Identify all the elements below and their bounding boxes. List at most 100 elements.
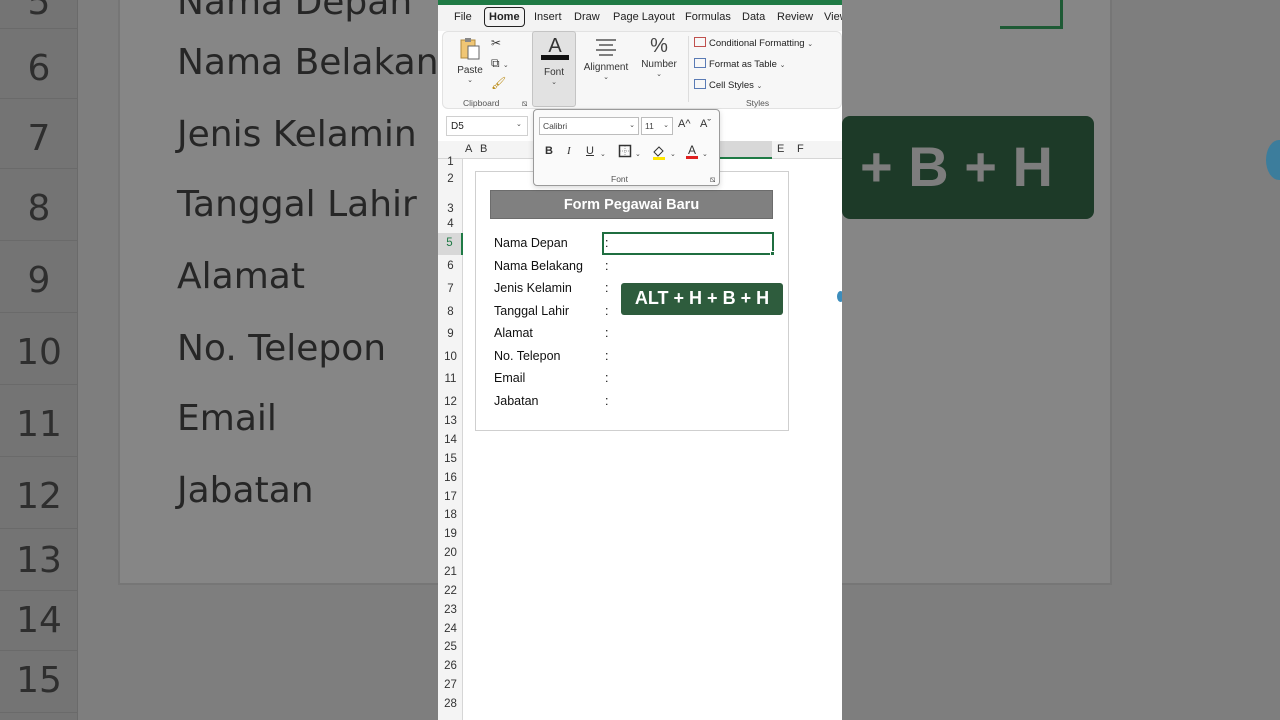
borders-icon[interactable] [618, 144, 632, 161]
font-launcher-icon[interactable]: ⧅ [710, 174, 715, 185]
borders-dropdown-icon[interactable]: ⌄ [635, 147, 641, 159]
bg-row-number: 9 [27, 260, 51, 301]
row-header[interactable]: 1 [438, 156, 463, 168]
tab-draw[interactable]: Draw [574, 11, 600, 23]
decrease-font-size-icon[interactable]: Aˇ [700, 118, 711, 130]
ribbon-divider [688, 36, 689, 102]
tab-file[interactable]: File [454, 11, 472, 23]
row-header[interactable]: 20 [438, 547, 463, 559]
bg-row-separator [0, 456, 78, 457]
clipboard-group-label: Clipboard [463, 98, 500, 108]
row-header[interactable]: 11 [438, 373, 463, 385]
row-header[interactable]: 2 [438, 173, 463, 185]
active-cell-d5[interactable] [602, 232, 775, 256]
italic-button[interactable]: I [567, 145, 571, 157]
field-colon: : [605, 326, 609, 340]
bold-button[interactable]: B [545, 145, 553, 157]
bg-row-number: 13 [16, 540, 62, 581]
bg-row-number: 14 [16, 600, 62, 641]
underline-button[interactable]: U [586, 145, 594, 157]
cut-icon[interactable]: ✂ [491, 36, 501, 50]
tab-view[interactable]: View [824, 11, 842, 23]
row-header[interactable]: 22 [438, 585, 463, 597]
field-label: Jenis Kelamin [494, 281, 572, 295]
row-header[interactable]: 6 [438, 260, 463, 272]
bg-row-number: 15 [16, 660, 62, 701]
font-color-dropdown-icon[interactable]: ⌄ [702, 147, 708, 159]
row-header[interactable]: 10 [438, 351, 463, 363]
row-header[interactable]: 28 [438, 698, 463, 710]
row-header[interactable]: 4 [438, 218, 463, 230]
styles-group-label: Styles [746, 98, 770, 108]
row-header[interactable]: 8 [438, 306, 463, 318]
copy-icon[interactable]: ⧉ ⌄ [491, 56, 509, 71]
svg-text:A: A [688, 143, 696, 157]
font-color-button[interactable]: A [684, 142, 700, 163]
row-header[interactable]: 16 [438, 472, 463, 484]
fill-color-icon[interactable] [651, 144, 667, 163]
conditional-formatting-button[interactable]: Conditional Formatting ⌄ [694, 37, 813, 49]
increase-font-size-icon[interactable]: A^ [678, 118, 691, 130]
column-header-e[interactable]: E [777, 143, 784, 155]
row-header[interactable]: 17 [438, 491, 463, 503]
name-box-dropdown-icon[interactable]: ⌄ [516, 120, 522, 128]
bg-row-separator [0, 168, 78, 169]
column-header-b[interactable]: B [480, 143, 487, 155]
row-header[interactable]: 14 [438, 434, 463, 446]
row-header[interactable]: 25 [438, 641, 463, 653]
tab-page-layout[interactable]: Page Layout [613, 11, 675, 23]
row-header[interactable]: 9 [438, 328, 463, 340]
paste-button[interactable]: Paste ⌄ [453, 36, 487, 84]
column-header-f[interactable]: F [797, 143, 804, 155]
row-header[interactable]: 18 [438, 509, 463, 521]
number-button[interactable]: % Number ⌄ [637, 35, 681, 78]
bg-field-label: Tanggal Lahir [177, 184, 417, 225]
font-name-select[interactable]: Calibri ⌄ [539, 117, 639, 135]
font-size-select[interactable]: 11 ⌄ [641, 117, 673, 135]
field-colon: : [605, 281, 609, 295]
bg-row-number: 12 [16, 476, 62, 517]
fill-color-dropdown-icon[interactable]: ⌄ [670, 147, 676, 159]
clipboard-launcher-icon[interactable]: ⧅ [522, 98, 527, 109]
row-header[interactable]: 12 [438, 396, 463, 408]
cell-styles-button[interactable]: Cell Styles ⌄ [694, 79, 762, 91]
bg-handle-dot [1266, 140, 1280, 180]
bg-row-number: 11 [16, 404, 62, 445]
row-header-selected[interactable]: 5 [438, 233, 463, 255]
font-group-label: Font [611, 174, 629, 184]
fill-handle[interactable] [770, 251, 775, 256]
tab-insert[interactable]: Insert [534, 11, 562, 23]
tab-review[interactable]: Review [777, 11, 813, 23]
column-header-a[interactable]: A [465, 143, 472, 155]
row-header[interactable]: 19 [438, 528, 463, 540]
row-header[interactable]: 7 [438, 283, 463, 295]
row-header[interactable]: 15 [438, 453, 463, 465]
bg-row-separator [0, 528, 78, 529]
form-title[interactable]: Form Pegawai Baru [490, 190, 773, 219]
row-header[interactable]: 26 [438, 660, 463, 672]
selected-column-highlight [720, 141, 772, 159]
row-header[interactable]: 13 [438, 415, 463, 427]
bg-row-separator [0, 590, 78, 591]
row-header[interactable]: 27 [438, 679, 463, 691]
tab-home[interactable]: Home [484, 7, 525, 27]
font-button[interactable]: A Font ⌄ [532, 31, 576, 107]
row-header[interactable]: 24 [438, 623, 463, 635]
field-label: Jabatan [494, 394, 539, 408]
format-as-table-icon [694, 58, 706, 68]
number-dropdown-icon: ⌄ [656, 71, 662, 78]
underline-dropdown-icon[interactable]: ⌄ [600, 147, 606, 159]
format-as-table-button[interactable]: Format as Table ⌄ [694, 58, 785, 70]
paste-icon [460, 38, 480, 60]
row-header[interactable]: 23 [438, 604, 463, 616]
alignment-button[interactable]: Alignment ⌄ [582, 35, 630, 81]
selection-handle-dot[interactable] [837, 291, 842, 302]
bg-cell-border-h [1000, 26, 1063, 29]
format-painter-icon[interactable]: 🖌 [491, 76, 506, 90]
row-header[interactable]: 21 [438, 566, 463, 578]
tab-formulas[interactable]: Formulas [685, 11, 731, 23]
bg-row-separator [0, 712, 78, 713]
row-header[interactable]: 3 [438, 203, 463, 215]
bg-field-label: Email [177, 398, 277, 439]
tab-data[interactable]: Data [742, 11, 765, 23]
